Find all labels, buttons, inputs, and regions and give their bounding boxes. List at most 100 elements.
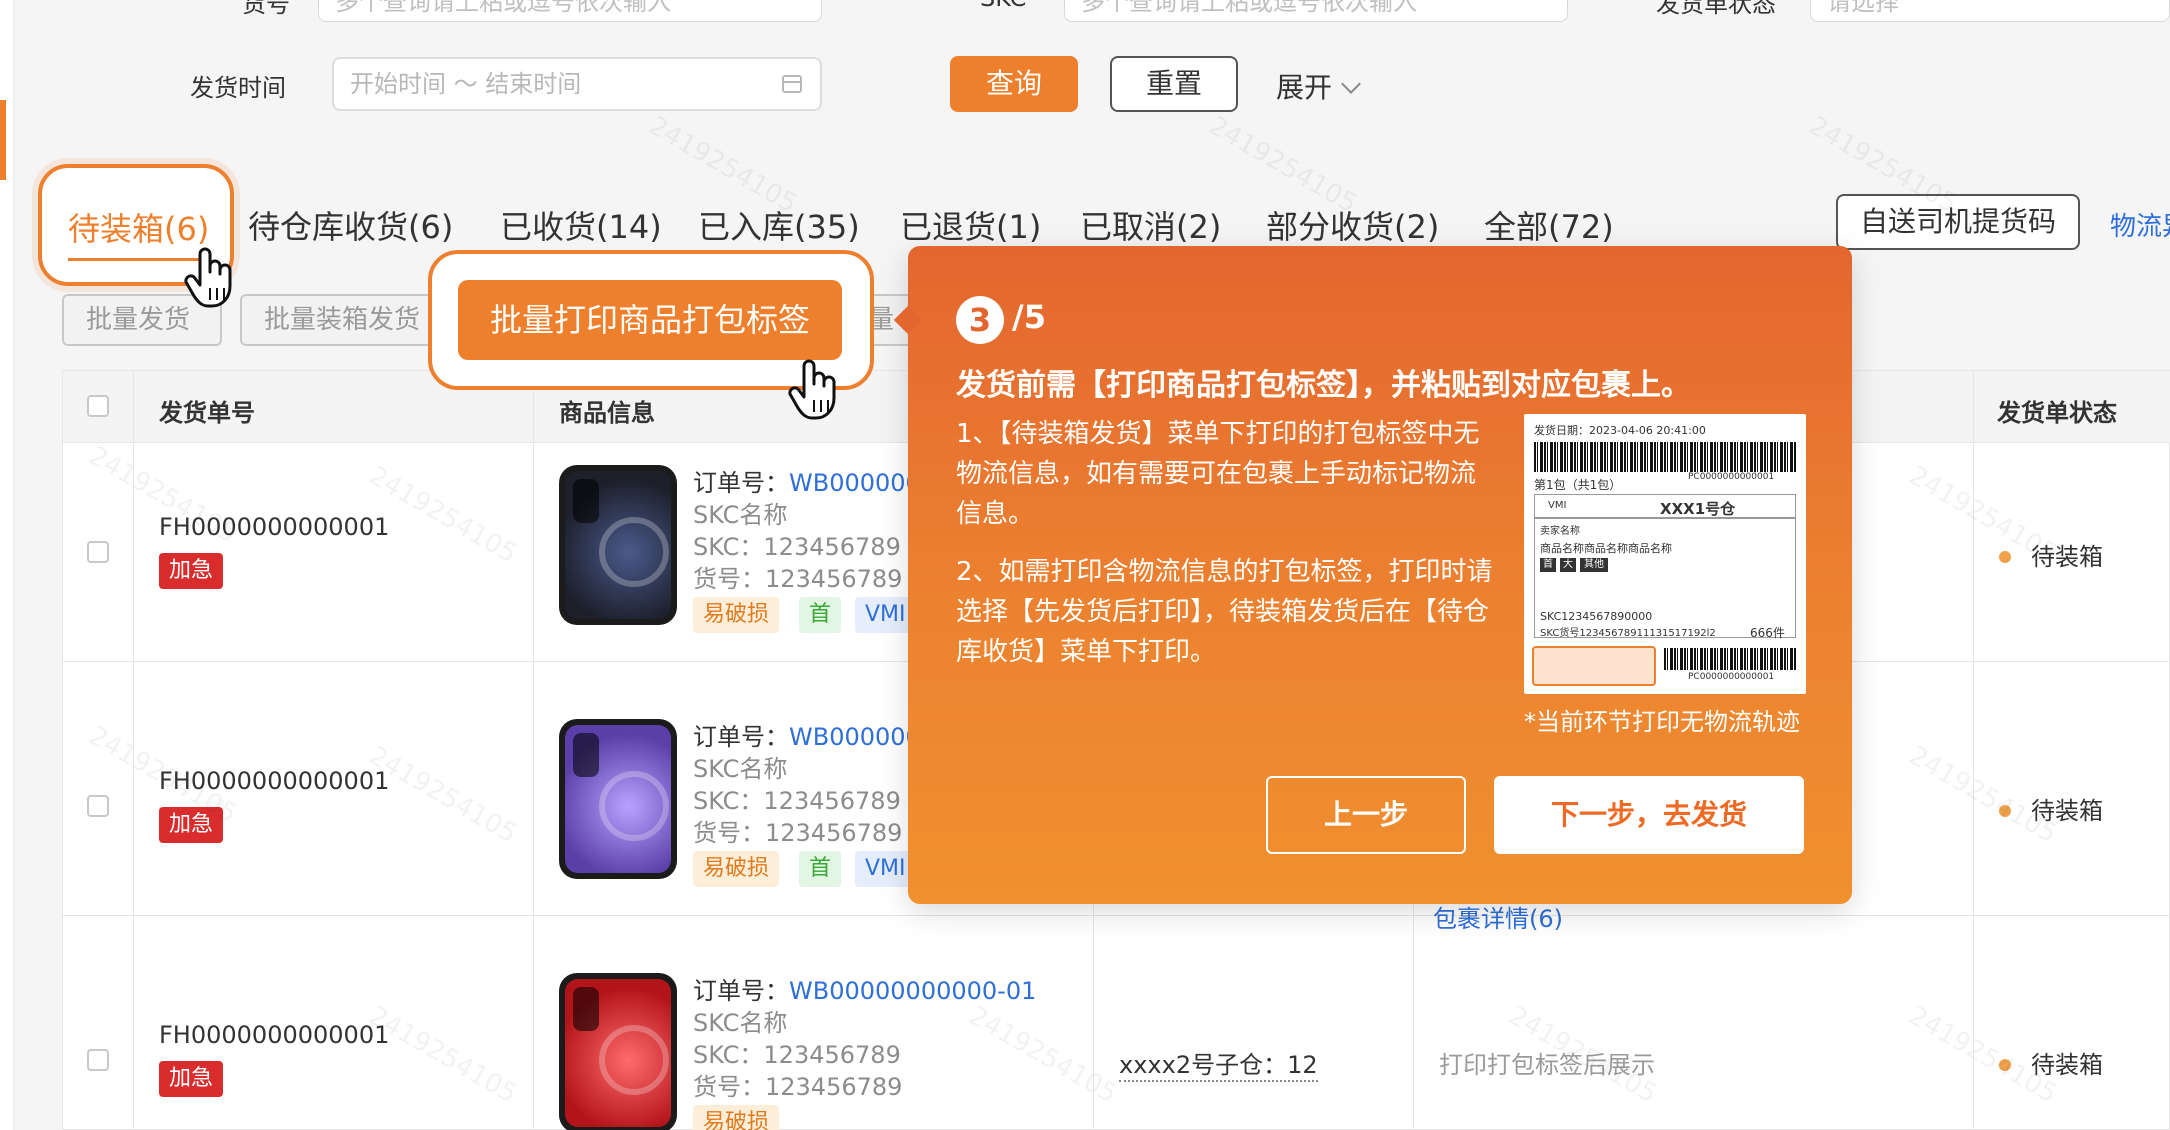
tour-paragraph-2: 2、如需打印含物流信息的打包标签，打印时请选择【先发货后打印】，待装箱发货后在【… (956, 557, 1493, 667)
first-order-tag: 首 (799, 851, 842, 887)
pointer-hand-icon (788, 359, 836, 420)
tour-note: *当前环节打印无物流轨迹 (1524, 708, 1800, 736)
label-mini-tag: 其他 (1580, 558, 1608, 572)
calendar-icon (782, 75, 802, 93)
status-dot-icon (1999, 805, 2011, 817)
tab-cancelled[interactable]: 已取消(2) (1080, 202, 1221, 248)
order-id-link[interactable]: WB00000000000-01 (789, 977, 1036, 1005)
highlighted-tab-label: 待装箱(6) (68, 210, 210, 248)
header-order-no: 发货单号 (159, 399, 255, 427)
fragile-tag: 易破损 (693, 851, 780, 887)
column-divider (1973, 371, 1974, 1130)
row-divider (63, 915, 2170, 916)
tour-next-button[interactable]: 下一步，去发货 (1494, 776, 1804, 854)
item-no-value: 货号：123456789 (693, 819, 903, 847)
tour-title: 发货前需【打印商品打包标签】，并粘贴到对应包裹上。 (956, 368, 1691, 403)
skc-name: SKC名称 (693, 755, 788, 783)
order-id-line: 订单号：WB000000 (693, 723, 921, 751)
ship-time-range-input[interactable]: 开始时间 ～ 结束时间 (332, 57, 822, 111)
reset-button[interactable]: 重置 (1110, 56, 1238, 112)
tour-prev-button[interactable]: 上一步 (1266, 776, 1466, 854)
barcode-icon (1534, 442, 1796, 472)
tab-awaiting-warehouse[interactable]: 待仓库收货(6) (248, 202, 453, 248)
order-id-line: 订单号：WB00000000000-01 (693, 977, 1037, 1005)
pointer-hand-icon (184, 247, 232, 308)
row-checkbox[interactable] (87, 541, 109, 563)
shipment-order-no[interactable]: FH0000000000001 (159, 1021, 389, 1049)
package-placeholder-text: 打印打包标签后展示 (1439, 1051, 1655, 1079)
left-rail (0, 0, 14, 1130)
urgent-badge: 加急 (159, 1061, 223, 1097)
fragile-tag: 易破损 (693, 1105, 780, 1130)
row-checkbox[interactable] (87, 1049, 109, 1071)
item-no-input[interactable]: 多个查询请上粘或逗号依次输入 (318, 0, 822, 22)
skc-input[interactable]: 多个查询请上粘或逗号依次输入 (1064, 0, 1568, 22)
label-skc-item: SKC货号12345678911131517192l2 (1540, 628, 1716, 639)
item-no-value: 货号：123456789 (693, 1073, 903, 1101)
label-sample-image: 发货日期：2023-04-06 20:41:00 第1包（共1包） PC0000… (1524, 414, 1806, 694)
label-date: 发货日期：2023-04-06 20:41:00 (1534, 424, 1706, 437)
filter-label-item-no: 货号 (242, 0, 290, 18)
order-id-link[interactable]: WB000000 (789, 723, 921, 751)
expand-toggle[interactable]: 展开 (1276, 66, 1361, 106)
tab-received[interactable]: 已收货(14) (500, 202, 662, 248)
left-rail-accent (0, 100, 6, 180)
tour-paragraph-1: 1、【待装箱发货】菜单下打印的打包标签中无物流信息，如有需要可在包裹上手动标记物… (956, 419, 1480, 529)
label-code-bottom: PC0000000000001 (1688, 672, 1775, 682)
shipment-order-no[interactable]: FH0000000000001 (159, 513, 389, 541)
query-button[interactable]: 查询 (950, 56, 1078, 112)
header-status: 发货单状态 (1997, 399, 2117, 427)
product-image[interactable] (559, 973, 677, 1130)
label-seller: 卖家名称 (1540, 526, 1580, 537)
label-package: 第1包（共1包） (1534, 478, 1622, 492)
column-divider (533, 371, 534, 1130)
order-id-link[interactable]: WB000000 (789, 469, 921, 497)
tab-all[interactable]: 全部(72) (1484, 202, 1614, 248)
label-qty: 666件 (1750, 626, 1785, 640)
label-warehouse: XXX1号仓 (1660, 500, 1736, 518)
urgent-badge: 加急 (159, 553, 223, 589)
status-select[interactable]: 请选择 (1810, 0, 2170, 22)
batch-print-label-button[interactable]: 批量打印商品打包标签 (458, 280, 842, 360)
label-logistics-placeholder (1532, 646, 1656, 686)
shipment-order-no[interactable]: FH0000000000001 (159, 767, 389, 795)
ship-time-placeholder: 开始时间 ～ 结束时间 (350, 70, 582, 98)
fragile-tag: 易破损 (693, 597, 780, 633)
skc-value: SKC：123456789 (693, 1041, 901, 1069)
urgent-badge: 加急 (159, 807, 223, 843)
batch-pack-ship-button[interactable]: 批量装箱发货 (240, 294, 440, 346)
vmi-tag: VMI (855, 597, 916, 633)
tab-returned[interactable]: 已退货(1) (900, 202, 1041, 248)
logistics-link[interactable]: 物流异 (2110, 206, 2170, 243)
chevron-down-icon (1341, 74, 1361, 94)
skc-name: SKC名称 (693, 501, 788, 529)
skc-name: SKC名称 (693, 1009, 788, 1037)
status-badge: 待装箱 (1999, 791, 2103, 826)
package-details-link[interactable]: 包裹详情(6) (1433, 899, 1563, 934)
step-total: /5 (1012, 298, 1046, 336)
row-checkbox[interactable] (87, 795, 109, 817)
status-badge: 待装箱 (1999, 1045, 2103, 1080)
filter-panel: 货号 多个查询请上粘或逗号依次输入 SKC 多个查询请上粘或逗号依次输入 发货单… (14, 0, 2170, 160)
expand-label: 展开 (1276, 71, 1333, 104)
vmi-tag: VMI (855, 851, 916, 887)
label-mini-tag: 大 (1560, 558, 1576, 572)
driver-pickup-code-button[interactable]: 自送司机提货码 (1836, 194, 2080, 250)
tab-partially-received[interactable]: 部分收货(2) (1266, 202, 1439, 248)
barcode-icon (1664, 648, 1796, 670)
warehouse-quantity[interactable]: xxxx2号子仓：12 (1119, 1045, 1318, 1082)
step-number: 3 (956, 296, 1004, 344)
skc-value: SKC：123456789 (693, 787, 901, 815)
select-all-checkbox[interactable] (87, 395, 109, 417)
column-divider (133, 371, 134, 1130)
status-dot-icon (1999, 1059, 2011, 1071)
header-product-info: 商品信息 (559, 399, 655, 427)
product-image[interactable] (559, 465, 677, 625)
label-skc: SKC1234567890000 (1540, 610, 1653, 623)
status-badge: 待装箱 (1999, 537, 2103, 572)
filter-label-status: 发货单状态 (1656, 0, 1776, 18)
product-image[interactable] (559, 719, 677, 879)
label-product-name: 商品名称商品名称商品名称 (1540, 542, 1672, 555)
first-order-tag: 首 (799, 597, 842, 633)
tab-stocked[interactable]: 已入库(35) (698, 202, 860, 248)
